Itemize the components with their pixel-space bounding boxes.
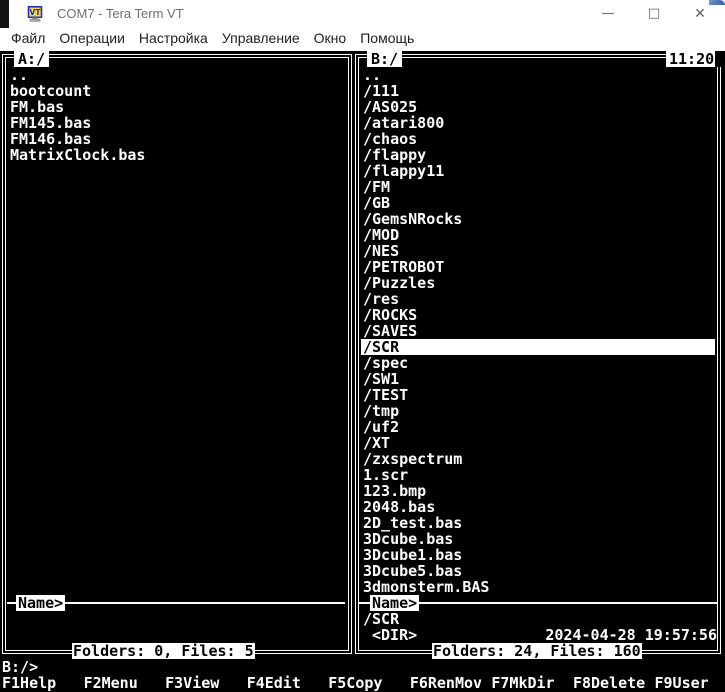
close-icon[interactable]: ✕ <box>677 0 723 28</box>
right-file-entry[interactable]: /PETROBOT <box>361 259 715 275</box>
left-file-entry[interactable]: FM.bas <box>8 99 344 115</box>
right-file-entry[interactable]: /zxspectrum <box>361 451 715 467</box>
right-file-entry[interactable]: /tmp <box>361 403 715 419</box>
right-file-entry[interactable]: /AS025 <box>361 99 715 115</box>
menu-item-5[interactable]: Окно <box>307 28 354 51</box>
fnkey-f8delete[interactable]: F8Delete <box>573 675 645 691</box>
left-file-entry[interactable]: bootcount <box>8 83 344 99</box>
right-file-entry[interactable]: /SCR <box>361 339 715 355</box>
left-file-entry[interactable]: FM146.bas <box>8 131 344 147</box>
menubar: ФайлОперацииНастройкаУправлениеОкноПомощ… <box>0 28 725 51</box>
selected-file-datetime: 2024-04-28 19:57:56 <box>545 627 717 643</box>
right-file-entry[interactable]: 123.bmp <box>361 483 715 499</box>
menu-item-2[interactable]: Операции <box>52 28 132 51</box>
fnkey-f6renmov[interactable]: F6RenMov <box>410 675 482 691</box>
right-file-entry[interactable]: 3Dcube.bas <box>361 531 715 547</box>
fnkey-f7mkdir[interactable]: F7MkDir <box>491 675 554 691</box>
fnkey-f1help[interactable]: F1Help <box>2 675 56 691</box>
right-file-entry[interactable]: 3Dcube5.bas <box>361 563 715 579</box>
menu-item-3[interactable]: Настройка <box>132 28 215 51</box>
terminal-screen: A:/ B:/ 11:20 ..bootcountFM.basFM145.bas… <box>0 51 725 692</box>
right-file-entry[interactable]: 2D_test.bas <box>361 515 715 531</box>
right-file-entry[interactable]: 3Dcube1.bas <box>361 547 715 563</box>
left-panel-status: Folders: 0, Files: 5 <box>72 643 255 659</box>
menu-item-1[interactable]: Файл <box>4 28 52 51</box>
left-file-entry[interactable]: MatrixClock.bas <box>8 147 344 163</box>
right-file-entry[interactable]: /uf2 <box>361 419 715 435</box>
menu-item-6[interactable]: Помощь <box>353 28 421 51</box>
right-file-entry[interactable]: 1.scr <box>361 467 715 483</box>
corner-mask <box>715 51 725 67</box>
maximize-icon[interactable]: □ <box>631 0 677 28</box>
right-file-entry[interactable]: /111 <box>361 83 715 99</box>
right-panel-status: Folders: 24, Files: 160 <box>432 643 642 659</box>
right-file-entry[interactable]: 3dmonsterm.BAS <box>361 579 715 595</box>
fnkey-f3view[interactable]: F3View <box>165 675 219 691</box>
right-file-entry[interactable]: /NES <box>361 243 715 259</box>
right-file-entry[interactable]: /FM <box>361 179 715 195</box>
right-file-entry[interactable]: /MOD <box>361 227 715 243</box>
minimize-icon[interactable]: — <box>585 0 631 28</box>
svg-text:VT: VT <box>30 8 42 17</box>
titlebar: VT COM7 - Tera Term VT — □ ✕ <box>0 0 725 28</box>
right-file-entry[interactable]: 2048.bas <box>361 499 715 515</box>
function-key-bar: F1Help F2Menu F3View F4Edit F5Copy F6RenMov F7… <box>0 675 725 691</box>
right-file-entry[interactable]: /res <box>361 291 715 307</box>
left-panel-name-filter[interactable]: Name> <box>16 595 65 611</box>
right-panel-name-separator: Name> <box>358 595 718 611</box>
selected-file-type: <DIR> <box>372 627 417 643</box>
right-file-entry[interactable]: /ROCKS <box>361 307 715 323</box>
right-file-entry[interactable]: /atari800 <box>361 115 715 131</box>
desktop-corner <box>0 0 9 28</box>
right-panel-name-filter[interactable]: Name> <box>370 595 419 611</box>
left-file-entry[interactable]: FM145.bas <box>8 115 344 131</box>
fnkey-f2menu[interactable]: F2Menu <box>84 675 138 691</box>
fnkey-f4edit[interactable]: F4Edit <box>247 675 301 691</box>
right-panel-drive-label: B:/ <box>367 51 402 67</box>
right-file-entry[interactable]: /flappy <box>361 147 715 163</box>
vt-terminal-icon[interactable]: VT <box>27 6 45 22</box>
command-prompt[interactable]: B:/> <box>2 659 38 675</box>
window-title: COM7 - Tera Term VT <box>57 0 184 28</box>
selected-file-name: /SCR <box>361 611 715 627</box>
right-file-entry[interactable]: /GemsNRocks <box>361 211 715 227</box>
fnkey-f9user[interactable]: F9User <box>655 675 709 691</box>
right-file-entry[interactable]: /SAVES <box>361 323 715 339</box>
right-file-entry[interactable]: /GB <box>361 195 715 211</box>
right-panel-file-list: ../111/AS025/atari800/chaos/flappy/flapp… <box>361 67 715 595</box>
selected-file-info: <DIR> 2024-04-28 19:57:56 <box>361 627 717 643</box>
left-panel-file-list: ..bootcountFM.basFM145.basFM146.basMatri… <box>8 67 344 163</box>
right-file-entry[interactable]: /XT <box>361 435 715 451</box>
right-file-entry[interactable]: /flappy11 <box>361 163 715 179</box>
clock: 11:20 <box>666 51 717 67</box>
right-file-entry[interactable]: .. <box>361 67 715 83</box>
right-file-entry[interactable]: /SW1 <box>361 371 715 387</box>
right-file-entry[interactable]: /chaos <box>361 131 715 147</box>
left-panel-drive-label: A:/ <box>14 51 49 67</box>
left-file-entry[interactable]: .. <box>8 67 344 83</box>
right-file-entry[interactable]: /Puzzles <box>361 275 715 291</box>
left-panel-name-separator: Name> <box>7 595 345 611</box>
right-file-entry[interactable]: /spec <box>361 355 715 371</box>
fnkey-f5copy[interactable]: F5Copy <box>328 675 382 691</box>
menu-item-4[interactable]: Управление <box>215 28 307 51</box>
right-file-entry[interactable]: /TEST <box>361 387 715 403</box>
window-controls: — □ ✕ <box>585 0 723 28</box>
